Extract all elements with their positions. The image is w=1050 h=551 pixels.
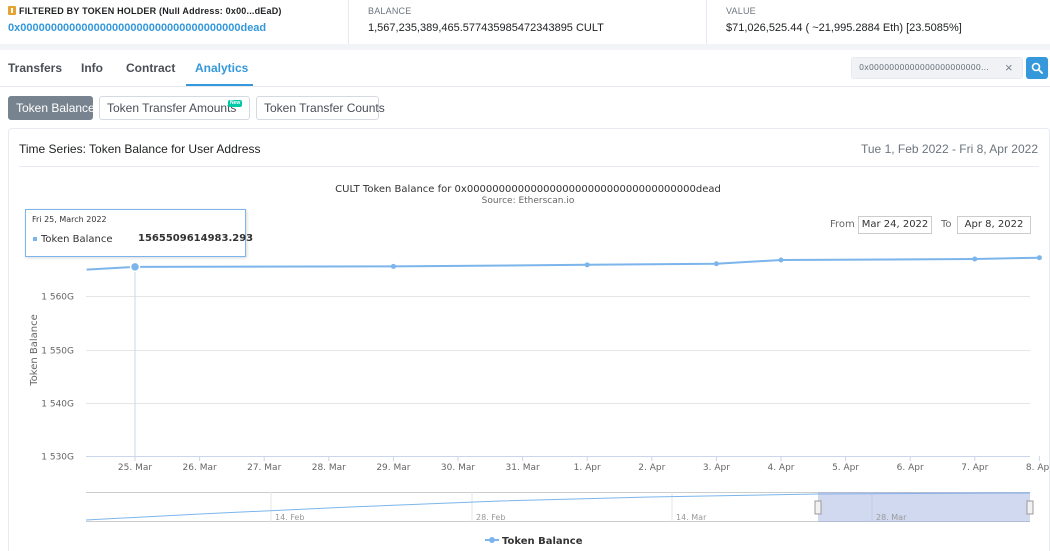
navigator-label: 28. Feb [476,513,505,522]
y-axis-ticks: 1 530G 1 540G 1 550G 1 560G [41,293,74,463]
range-from-label: From [830,219,855,230]
x-tick-label: 31. Mar [506,463,540,473]
chart-title: CULT Token Balance for 0x000000000000000… [335,184,721,195]
range-to-input[interactable]: Apr 8, 2022 [957,216,1031,234]
navigator-handle-right[interactable] [1026,500,1034,515]
data-point[interactable] [1036,255,1042,261]
navigator-label: 14. Feb [275,513,304,522]
range-to-label: To [941,219,952,230]
x-tick-label: 4. Apr [767,463,794,473]
x-tick-label: 27. Mar [247,463,281,473]
legend-label: Token Balance [502,536,583,547]
x-tick-label: 8. Apr [1026,463,1050,473]
x-tick-label: 5. Apr [832,463,859,473]
x-tick-label: 7. Apr [961,463,988,473]
x-tick-label: 29. Mar [376,463,410,473]
chart-subtitle: Source: Etherscan.io [481,196,575,206]
data-point[interactable] [584,262,590,268]
legend-marker [485,535,499,545]
tooltip-series-marker [33,237,37,241]
navigator: 14. Feb 28. Feb 14. Mar 28. Mar [85,492,1034,522]
y-tick-label: 1 550G [41,347,74,357]
navigator-handle-left[interactable] [814,500,822,515]
y-axis-label: Token Balance [29,314,40,387]
series-points [129,255,1042,273]
x-tick-label: 3. Apr [703,463,730,473]
legend-item-token-balance[interactable]: Token Balance [485,535,583,547]
balance-chart[interactable]: 1 530G1 540G1 550G1 560G 25. Mar 26. Mar 2… [0,0,1050,551]
range-from-input[interactable]: Mar 24, 2022 [858,216,932,234]
y-tick-label: 1 530G [41,453,74,463]
x-tick-label: 28. Mar [312,463,346,473]
x-tick-label: 25. Mar [118,463,152,473]
navigator-label: 14. Mar [676,513,707,522]
data-point[interactable] [713,261,719,267]
chart-tooltip: Fri 25, March 2022 Token Balance 1565509… [25,209,253,257]
x-tick-label: 26. Mar [183,463,217,473]
y-tick-label: 1 540G [41,400,74,410]
series-line-token-balance[interactable] [86,256,1040,271]
data-point[interactable] [390,263,396,269]
x-axis-ticks: 25. Mar 26. Mar 27. Mar 28. Mar 29. Mar 30. M… [86,456,1050,473]
tooltip-value: 1565509614983.293 [138,233,254,244]
y-tick-label: 1 560G [41,293,74,303]
tooltip-series-name: Token Balance [41,234,113,245]
tooltip-date: Fri 25, March 2022 [32,215,107,224]
data-point[interactable] [778,257,784,263]
chart-grid [86,296,1030,457]
navigator-label: 28. Mar [876,513,907,522]
navigator-selection[interactable] [818,492,1030,522]
highlighted-data-point[interactable] [129,261,141,273]
x-tick-label: 30. Mar [441,463,475,473]
x-tick-label: 1. Apr [574,463,601,473]
x-tick-label: 2. Apr [638,463,665,473]
data-point[interactable] [972,256,978,262]
x-tick-label: 6. Apr [897,463,924,473]
